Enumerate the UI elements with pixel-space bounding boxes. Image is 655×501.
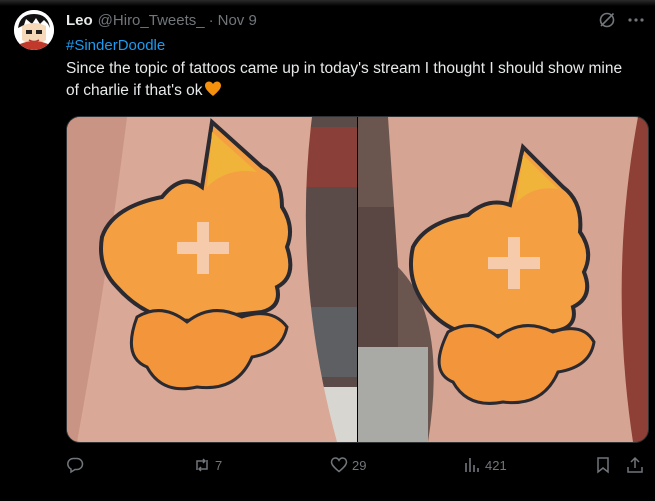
separator: ·: [208, 11, 214, 29]
more-options-icon[interactable]: [626, 12, 646, 28]
view-count: 421: [485, 457, 507, 473]
orange-heart-icon: [204, 81, 221, 96]
reply-button[interactable]: [66, 456, 88, 474]
previous-post-edge: [0, 0, 655, 6]
tweet-header: Leo @Hiro_Tweets_ · Nov 9: [66, 10, 257, 30]
bookmark-icon: [597, 457, 609, 474]
bookmark-button[interactable]: [594, 456, 612, 474]
reply-icon: [67, 457, 84, 474]
tattoo-photo-2[interactable]: [358, 117, 648, 442]
like-button[interactable]: 29: [330, 456, 366, 474]
action-bar: 7 29 421: [66, 456, 648, 480]
tweet-body: Since the topic of tattoos came up in to…: [66, 60, 623, 99]
author-handle[interactable]: @Hiro_Tweets_: [98, 12, 205, 29]
analytics-icon: [465, 458, 479, 472]
media-grid: [66, 116, 649, 443]
timestamp[interactable]: Nov 9: [218, 12, 257, 29]
tattoo-photo-1[interactable]: [67, 117, 357, 442]
grok-icon[interactable]: [598, 11, 616, 29]
retweet-icon: [196, 458, 208, 472]
retweet-count: 7: [215, 457, 223, 473]
tweet-text: Since the topic of tattoos came up in to…: [66, 58, 636, 102]
like-count: 29: [352, 457, 367, 473]
author-name[interactable]: Leo: [66, 12, 93, 29]
views-button[interactable]: 421: [463, 456, 507, 474]
share-icon: [627, 456, 643, 473]
heart-icon: [330, 457, 348, 473]
avatar[interactable]: [14, 10, 54, 50]
retweet-button[interactable]: 7: [193, 456, 222, 474]
hashtag-link[interactable]: #SinderDoodle: [66, 36, 165, 56]
avatar-image: [14, 10, 54, 50]
share-button[interactable]: [626, 456, 644, 474]
